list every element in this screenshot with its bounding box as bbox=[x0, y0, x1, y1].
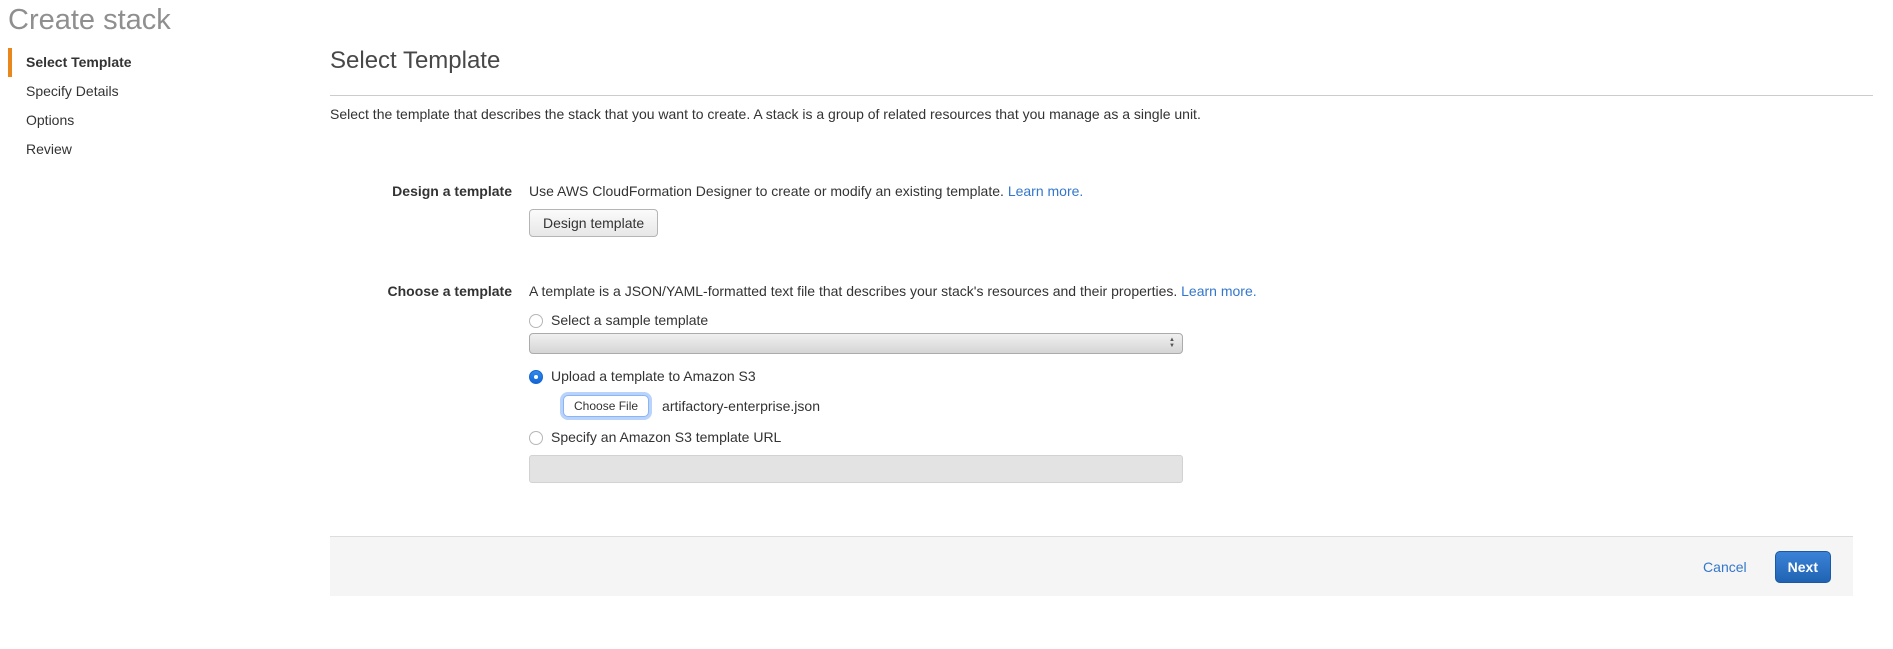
step-nav: Select Template Specify Details Options … bbox=[8, 48, 258, 164]
cancel-link[interactable]: Cancel bbox=[1703, 559, 1747, 575]
sample-template-select[interactable]: ▲▼ bbox=[529, 333, 1183, 354]
choose-learn-more-link[interactable]: Learn more. bbox=[1181, 283, 1256, 299]
radio-unchecked-icon[interactable] bbox=[529, 431, 543, 445]
file-upload-row: Choose File artifactory-enterprise.json bbox=[563, 395, 1873, 417]
design-template-content: Use AWS CloudFormation Designer to creat… bbox=[529, 183, 1873, 237]
s3-template-url-input[interactable] bbox=[529, 455, 1183, 483]
main-content: Select Template Select the template that… bbox=[330, 46, 1873, 483]
design-template-button[interactable]: Design template bbox=[529, 209, 658, 237]
sidebar-item-specify-details[interactable]: Specify Details bbox=[8, 77, 258, 106]
upload-template-option[interactable]: Upload a template to Amazon S3 bbox=[529, 368, 1873, 385]
s3-url-option[interactable]: Specify an Amazon S3 template URL bbox=[529, 429, 1873, 446]
upload-template-option-label: Upload a template to Amazon S3 bbox=[551, 368, 756, 385]
radio-unchecked-icon[interactable] bbox=[529, 314, 543, 328]
choose-template-label: Choose a template bbox=[330, 283, 512, 483]
design-template-text: Use AWS CloudFormation Designer to creat… bbox=[529, 183, 1008, 199]
section-description: Select the template that describes the s… bbox=[330, 106, 1873, 123]
section-heading: Select Template bbox=[330, 46, 1873, 96]
sidebar-item-options[interactable]: Options bbox=[8, 106, 258, 135]
sidebar-item-review[interactable]: Review bbox=[8, 135, 258, 164]
sample-template-option[interactable]: Select a sample template bbox=[529, 312, 1873, 329]
radio-checked-icon[interactable] bbox=[529, 370, 543, 384]
design-template-label: Design a template bbox=[330, 183, 512, 237]
choose-template-content: A template is a JSON/YAML-formatted text… bbox=[529, 283, 1873, 483]
uploaded-file-name: artifactory-enterprise.json bbox=[662, 398, 820, 415]
sample-template-option-label: Select a sample template bbox=[551, 312, 708, 329]
sidebar-item-select-template[interactable]: Select Template bbox=[8, 48, 258, 77]
choose-template-text: A template is a JSON/YAML-formatted text… bbox=[529, 283, 1181, 299]
footer-bar: Cancel Next bbox=[330, 536, 1853, 596]
choose-file-button[interactable]: Choose File bbox=[563, 395, 649, 417]
next-button[interactable]: Next bbox=[1775, 551, 1831, 583]
page-title: Create stack bbox=[8, 0, 171, 40]
design-template-row: Design a template Use AWS CloudFormation… bbox=[330, 183, 1873, 237]
design-learn-more-link[interactable]: Learn more. bbox=[1008, 183, 1083, 199]
choose-template-row: Choose a template A template is a JSON/Y… bbox=[330, 283, 1873, 483]
select-stepper-icon: ▲▼ bbox=[1169, 337, 1175, 349]
s3-url-option-label: Specify an Amazon S3 template URL bbox=[551, 429, 781, 446]
